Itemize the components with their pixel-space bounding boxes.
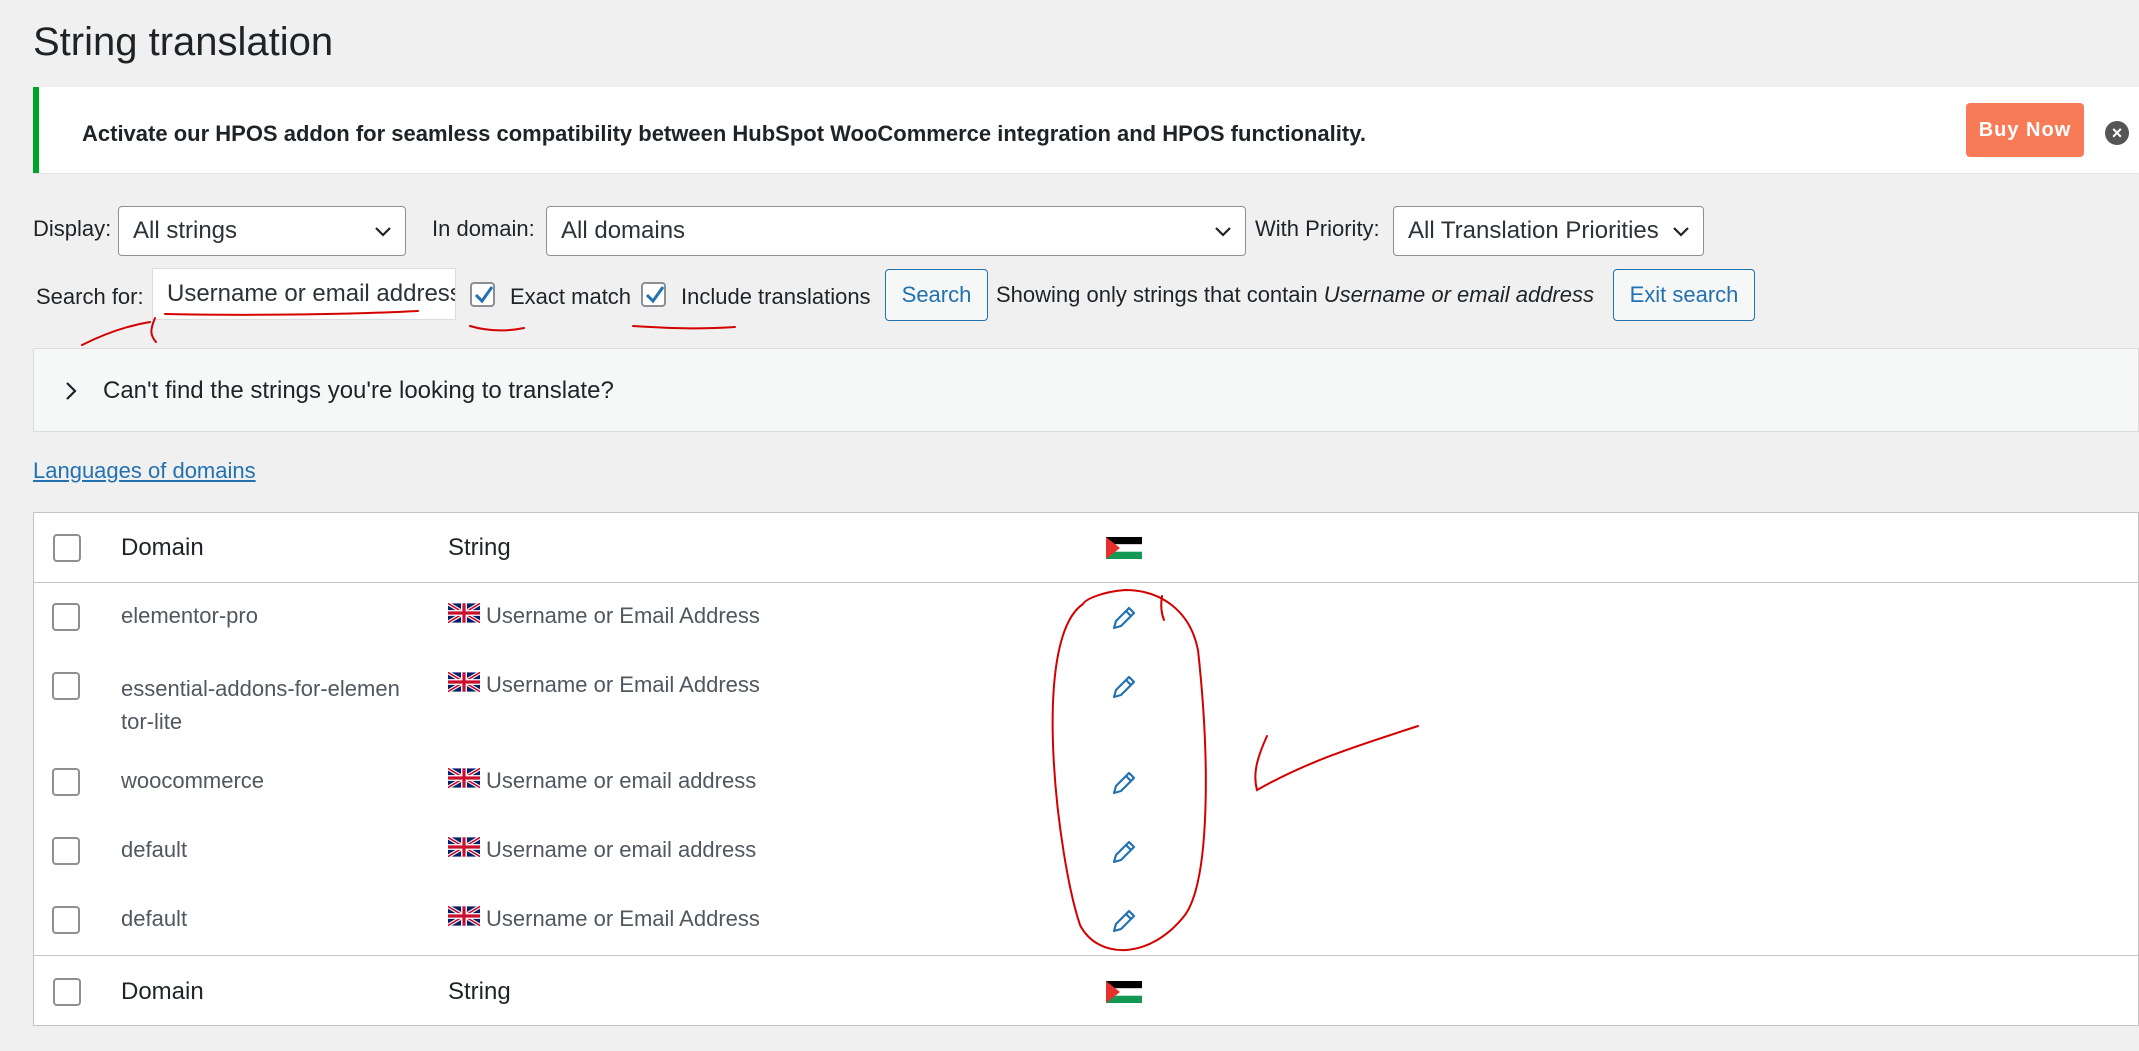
select-all-checkbox-footer[interactable] xyxy=(53,978,81,1006)
search-button[interactable]: Search xyxy=(885,269,988,321)
exact-match-checkbox[interactable] xyxy=(470,282,495,307)
hook-mark-search xyxy=(150,317,157,343)
domain-label: In domain: xyxy=(432,216,535,241)
column-header-domain[interactable]: Domain xyxy=(121,534,204,562)
row-checkbox[interactable] xyxy=(52,603,80,631)
uk-flag-icon xyxy=(448,906,480,926)
exact-match-label: Exact match xyxy=(510,284,632,309)
pencil-icon[interactable] xyxy=(1109,603,1139,633)
chevron-down-icon xyxy=(1673,227,1689,237)
search-status-prefix: Showing only strings that contain xyxy=(996,282,1318,307)
row-checkbox[interactable] xyxy=(52,672,80,700)
uk-flag-icon xyxy=(448,672,480,692)
domain-select-value: All domains xyxy=(561,217,686,244)
row-domain: default xyxy=(121,837,188,862)
chevron-down-icon xyxy=(1215,227,1231,237)
notice-text: Activate our HPOS addon for seamless com… xyxy=(82,121,1366,146)
table-header-divider xyxy=(33,582,2139,583)
row-domain: elementor-pro xyxy=(121,603,258,628)
priority-select-value: All Translation Priorities xyxy=(1408,217,1659,244)
chevron-right-icon[interactable] xyxy=(62,380,80,402)
priority-label: With Priority: xyxy=(1255,216,1380,241)
search-input[interactable] xyxy=(152,268,456,320)
tail-mark-search xyxy=(81,321,151,346)
row-string: Username or Email Address xyxy=(486,906,760,931)
pencil-icon[interactable] xyxy=(1109,906,1139,936)
row-string: Username or email address xyxy=(486,837,757,862)
display-select[interactable]: All strings xyxy=(118,206,406,256)
uk-flag-icon xyxy=(448,837,480,857)
row-checkbox[interactable] xyxy=(52,837,80,865)
row-domain: woocommerce xyxy=(121,768,265,793)
include-translations-label: Include translations xyxy=(681,284,871,309)
underline-include-translations xyxy=(632,325,736,330)
select-all-checkbox[interactable] xyxy=(53,534,81,562)
search-label: Search for: xyxy=(36,284,144,309)
pencil-icon[interactable] xyxy=(1109,672,1139,702)
palestine-flag-icon xyxy=(1106,537,1142,559)
display-select-value: All strings xyxy=(133,217,238,244)
checkmark-icon xyxy=(645,286,665,304)
row-string: Username or Email Address xyxy=(486,603,760,628)
priority-select[interactable]: All Translation Priorities xyxy=(1393,206,1704,256)
chevron-down-icon xyxy=(375,227,391,237)
include-translations-checkbox[interactable] xyxy=(641,282,666,307)
display-label: Display: xyxy=(33,216,112,241)
help-toggle-label[interactable]: Can't find the strings you're looking to… xyxy=(103,377,614,405)
uk-flag-icon xyxy=(448,768,480,788)
row-domain-line-1: essential-addons-for-elemen xyxy=(121,676,400,701)
row-string: Username or email address xyxy=(486,768,757,793)
page-title: String translation xyxy=(33,20,334,64)
domain-select[interactable]: All domains xyxy=(546,206,1246,256)
palestine-flag-icon xyxy=(1106,981,1142,1003)
uk-flag-icon xyxy=(448,603,480,623)
column-header-string[interactable]: String xyxy=(448,534,511,562)
pencil-icon[interactable] xyxy=(1109,837,1139,867)
row-string: Username or Email Address xyxy=(486,672,760,697)
table-footer-divider xyxy=(33,955,2139,956)
column-footer-string[interactable]: String xyxy=(448,978,511,1006)
row-checkbox[interactable] xyxy=(52,906,80,934)
row-checkbox[interactable] xyxy=(52,768,80,796)
buy-now-button[interactable]: Buy Now xyxy=(1966,103,2084,157)
checkmark-icon xyxy=(474,286,494,304)
row-domain: essential-addons-for-elemen tor-lite xyxy=(121,672,400,738)
column-footer-domain[interactable]: Domain xyxy=(121,978,204,1006)
search-status-term: Username or email address xyxy=(1323,282,1594,307)
languages-of-domains-link[interactable]: Languages of domains xyxy=(33,458,256,484)
row-domain: default xyxy=(121,906,188,931)
underline-exact-match xyxy=(469,325,525,332)
row-domain-line-2: tor-lite xyxy=(121,709,183,734)
strings-table xyxy=(33,512,2139,1026)
close-circle-icon[interactable]: × xyxy=(2105,121,2129,145)
pencil-icon[interactable] xyxy=(1109,768,1139,798)
search-status: Showing only strings that contain Userna… xyxy=(996,282,1594,308)
exit-search-button[interactable]: Exit search xyxy=(1613,269,1755,321)
